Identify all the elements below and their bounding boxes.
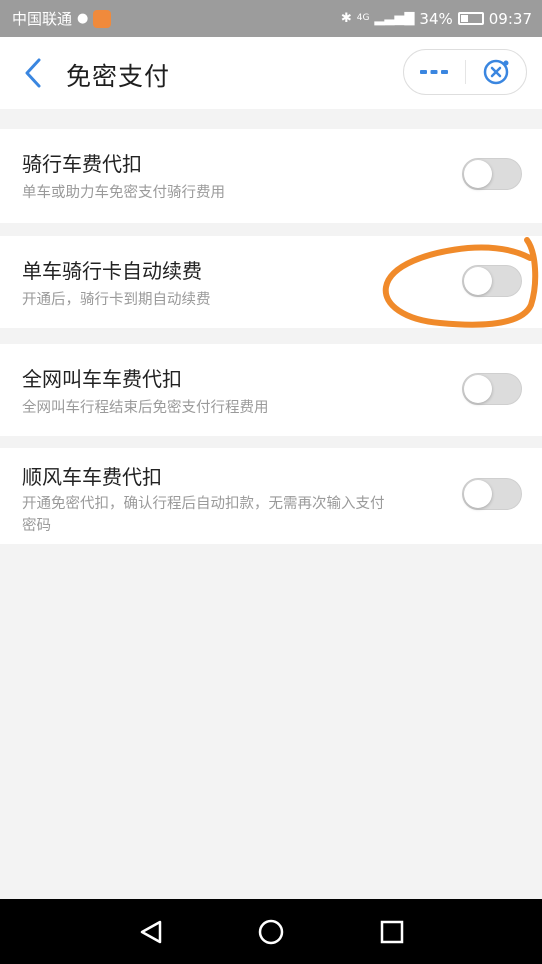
setting-desc: 开通后，骑行卡到期自动续费 [22, 292, 211, 308]
battery-percent: 34% [419, 9, 453, 28]
setting-item-ride-fee: 骑行车费代扣 单车或助力车免密支付骑行费用 [0, 129, 542, 223]
mini-program-capsule [403, 49, 527, 95]
carpool-fee-toggle[interactable] [462, 478, 522, 510]
wechat-icon: ● [77, 11, 89, 26]
setting-desc: 全网叫车行程结束后免密支付行程费用 [22, 400, 269, 416]
network-type: 4G [356, 13, 370, 23]
toggle-knob [464, 160, 492, 188]
setting-item-ride-hailing-fee: 全网叫车车费代扣 全网叫车行程结束后免密支付行程费用 [0, 344, 542, 436]
setting-title: 全网叫车车费代扣 [22, 367, 182, 391]
system-nav-bar [0, 899, 542, 964]
app-notification-icon [93, 9, 112, 28]
signal-icon: ▂▃▅▇ [374, 11, 415, 26]
toggle-knob [464, 267, 492, 295]
setting-desc-line1: 开通免密代扣，确认行程后自动扣款，无需再次输入支付 [22, 496, 385, 512]
close-target-icon [483, 59, 509, 85]
setting-title: 单车骑行卡自动续费 [22, 259, 202, 283]
setting-desc-line2: 密码 [22, 518, 51, 534]
close-button[interactable] [466, 50, 527, 94]
ride-hailing-fee-toggle[interactable] [462, 373, 522, 405]
status-left: 中国联通 ● [12, 8, 112, 29]
setting-title: 顺风车车费代扣 [22, 465, 162, 489]
nav-bar: 免密支付 [0, 37, 542, 109]
more-button[interactable] [404, 50, 465, 94]
ride-fee-toggle[interactable] [462, 158, 522, 190]
square-recents-icon[interactable] [379, 919, 405, 945]
battery-icon [457, 12, 484, 25]
page-title: 免密支付 [66, 62, 171, 91]
setting-title: 骑行车费代扣 [22, 152, 142, 176]
setting-item-carpool-fee: 顺风车车费代扣 开通免密代扣，确认行程后自动扣款，无需再次输入支付 密码 [0, 448, 542, 544]
clock: 09:37 [488, 9, 532, 28]
triangle-back-icon[interactable] [138, 919, 164, 945]
circle-home-icon[interactable] [257, 918, 285, 946]
toggle-knob [464, 480, 492, 508]
back-button[interactable] [18, 55, 48, 91]
setting-desc: 单车或助力车免密支付骑行费用 [22, 185, 225, 201]
status-right: ✱ 4G ▂▃▅▇ 34% 09:37 [341, 10, 532, 28]
bluetooth-icon: ✱ [340, 11, 352, 26]
toggle-knob [464, 375, 492, 403]
setting-item-ride-card-renewal: 单车骑行卡自动续费 开通后，骑行卡到期自动续费 [0, 236, 542, 328]
more-dots-icon [420, 70, 449, 74]
ride-card-renewal-toggle[interactable] [462, 265, 522, 297]
status-bar: 中国联通 ● ✱ 4G ▂▃▅▇ 34% 09:37 [0, 0, 542, 37]
carrier-label: 中国联通 [12, 10, 73, 28]
chevron-left-icon [25, 58, 41, 88]
